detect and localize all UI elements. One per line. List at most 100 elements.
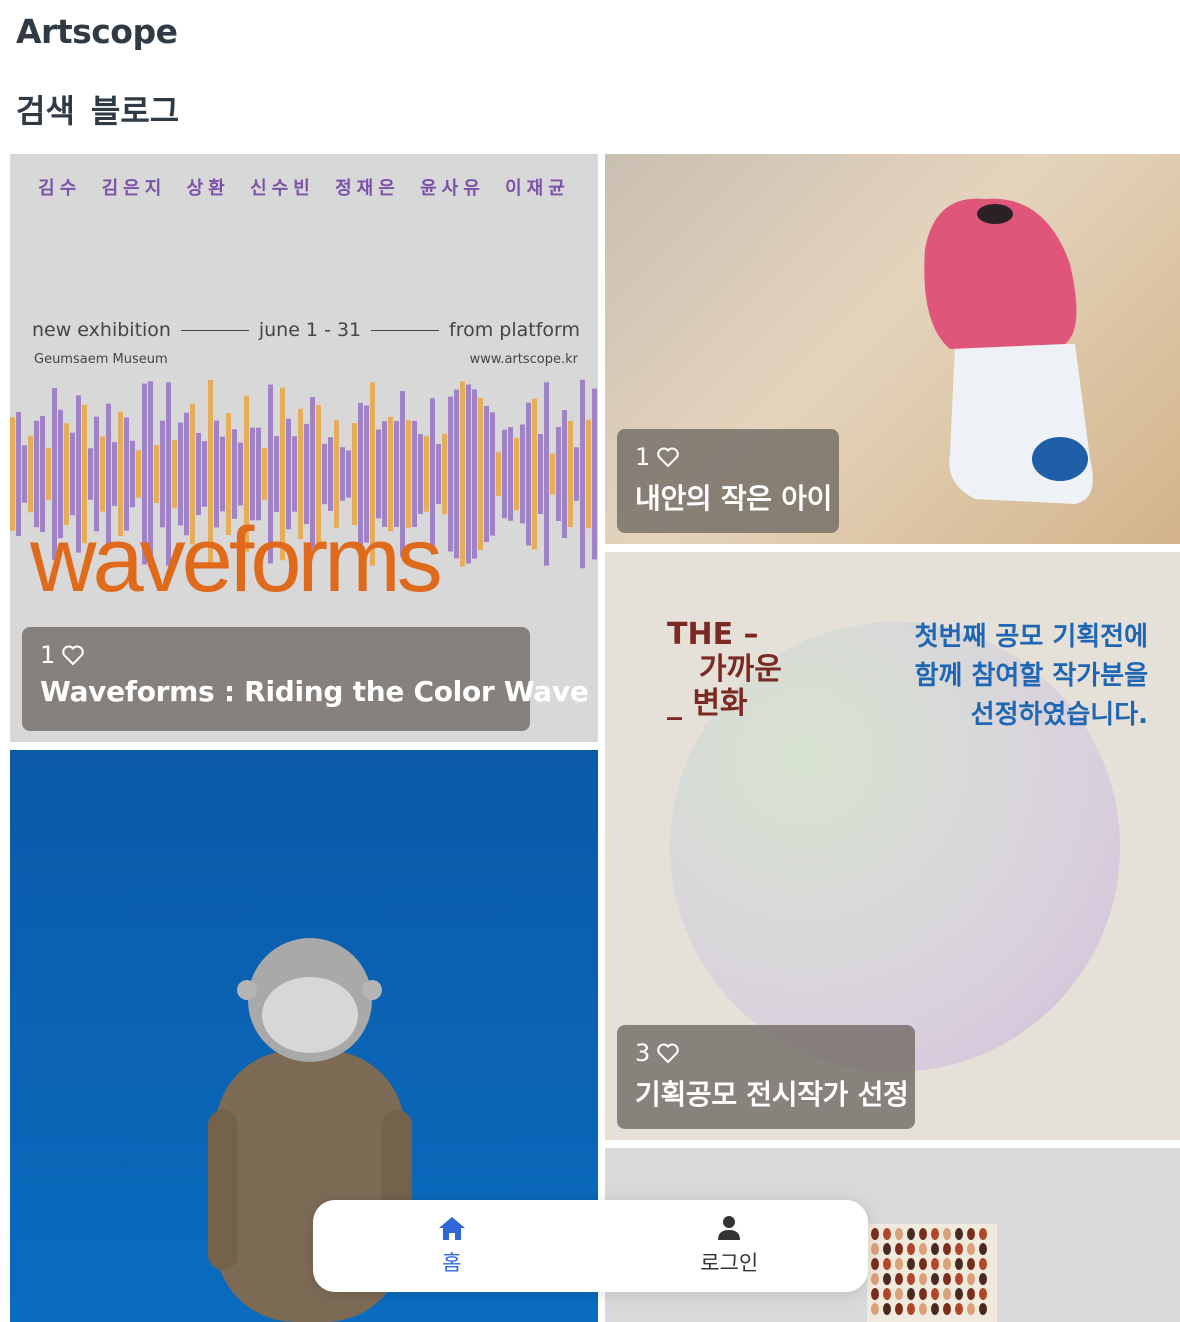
waveform-bar <box>544 382 549 566</box>
tab-login[interactable]: 로그인 <box>591 1200 869 1292</box>
waveform-bar <box>100 436 105 512</box>
art-dot <box>895 1303 903 1315</box>
art-dot <box>919 1243 927 1255</box>
app-title: Artscope <box>16 12 178 51</box>
waveform-bar <box>70 432 75 516</box>
art-dot <box>871 1273 879 1285</box>
waveform-bar <box>322 443 327 505</box>
art-dot <box>883 1303 891 1315</box>
art-dot <box>907 1228 915 1240</box>
art-dot <box>943 1273 951 1285</box>
art-dot <box>907 1303 915 1315</box>
waveform-bar <box>46 448 51 500</box>
art-dot <box>907 1273 915 1285</box>
art-dot <box>955 1288 963 1300</box>
card-title: 기획공모 전시작가 선정 <box>635 1078 909 1111</box>
waveform-bar <box>250 427 255 521</box>
waveform-bar <box>580 379 585 569</box>
dots-artwork-image <box>867 1224 997 1322</box>
art-dot <box>871 1288 879 1300</box>
waveform-bar <box>448 396 453 552</box>
nav-search-link[interactable]: 검색 <box>16 86 75 132</box>
art-dot <box>895 1228 903 1240</box>
art-dot <box>979 1258 987 1270</box>
card-caption: 3 기획공모 전시작가 선정 <box>617 1025 915 1129</box>
waveform-bar <box>496 452 501 496</box>
poster-big-title: waveforms <box>30 509 443 611</box>
art-dot <box>979 1288 987 1300</box>
waveform-bar <box>88 448 93 500</box>
art-dot <box>871 1303 879 1315</box>
waveform-bar <box>556 427 561 521</box>
poster-right-line: 선정하였습니다. <box>970 700 1148 730</box>
waveform-bar <box>424 436 429 512</box>
nav-blog-link[interactable]: 블로그 <box>91 86 179 132</box>
waveform-bar <box>256 427 261 521</box>
art-dot <box>907 1243 915 1255</box>
art-dot <box>967 1303 975 1315</box>
waveform-bar <box>574 447 579 501</box>
heart-icon[interactable] <box>656 446 680 468</box>
waveform-bar <box>472 389 477 559</box>
art-dot <box>967 1243 975 1255</box>
waveform-bar <box>136 450 141 498</box>
waveform-bar <box>538 433 543 515</box>
art-dot <box>931 1273 939 1285</box>
waveform-bar <box>232 429 237 519</box>
waveform-bar <box>112 442 117 506</box>
poster-right-line: 첫번째 공모 기획전에 <box>914 622 1148 652</box>
heart-icon[interactable] <box>61 644 85 666</box>
waveform-bar <box>418 434 423 514</box>
tab-home[interactable]: 홈 <box>313 1200 591 1292</box>
waveform-bar <box>220 436 225 512</box>
waveform-bar <box>592 388 597 560</box>
waveform-bar <box>196 432 201 516</box>
like-number: 3 <box>635 1039 651 1067</box>
art-dot <box>943 1243 951 1255</box>
top-nav: 검색 블로그 <box>16 86 179 132</box>
art-dot <box>871 1243 879 1255</box>
art-dot <box>919 1303 927 1315</box>
art-dot <box>967 1228 975 1240</box>
art-dot <box>943 1258 951 1270</box>
home-icon <box>438 1217 465 1240</box>
art-dot <box>919 1273 927 1285</box>
art-dot <box>967 1258 975 1270</box>
tab-login-label: 로그인 <box>700 1251 759 1275</box>
waveform-bar <box>28 435 33 513</box>
art-dot <box>955 1228 963 1240</box>
card-caption: 1 내안의 작은 아이 <box>617 429 839 533</box>
art-dot <box>955 1273 963 1285</box>
waveform-bar <box>328 437 333 511</box>
art-dot <box>967 1288 975 1300</box>
waveform-bar <box>466 384 471 564</box>
art-dot <box>895 1258 903 1270</box>
waveform-bar <box>520 424 525 524</box>
art-dot <box>895 1273 903 1285</box>
art-dot <box>883 1288 891 1300</box>
waveform-bar <box>238 442 243 506</box>
art-dot <box>955 1243 963 1255</box>
like-count: 3 <box>635 1039 897 1067</box>
art-dot <box>979 1243 987 1255</box>
post-card-waveforms[interactable]: 김수 김은지 상환 신수빈 정재은 윤사유 이재균 new exhibition… <box>10 154 598 742</box>
waveform-bar <box>292 436 297 512</box>
art-dot <box>895 1243 903 1255</box>
waveform-bar <box>202 441 207 507</box>
poster-left-text: THE – 가까운 _ 변화 <box>667 617 782 722</box>
post-card-little-child[interactable]: 1 내안의 작은 아이 <box>605 154 1180 544</box>
user-icon <box>718 1216 741 1240</box>
waveform-bar <box>568 420 573 528</box>
art-dot <box>871 1228 879 1240</box>
waveform-bar <box>478 397 483 551</box>
waveform-bar <box>508 427 513 521</box>
heart-icon[interactable] <box>656 1042 680 1064</box>
poster-right-line: 함께 참여할 작가분을 <box>914 661 1148 691</box>
art-dot <box>979 1273 987 1285</box>
waveform-bar <box>262 448 267 500</box>
waveform-bar <box>526 402 531 546</box>
art-dot <box>883 1273 891 1285</box>
post-card-artist-selection[interactable]: THE – 가까운 _ 변화 첫번째 공모 기획전에 함께 참여할 작가분을 선… <box>605 552 1180 1140</box>
card-title: 내안의 작은 아이 <box>635 482 833 515</box>
art-dot <box>895 1288 903 1300</box>
